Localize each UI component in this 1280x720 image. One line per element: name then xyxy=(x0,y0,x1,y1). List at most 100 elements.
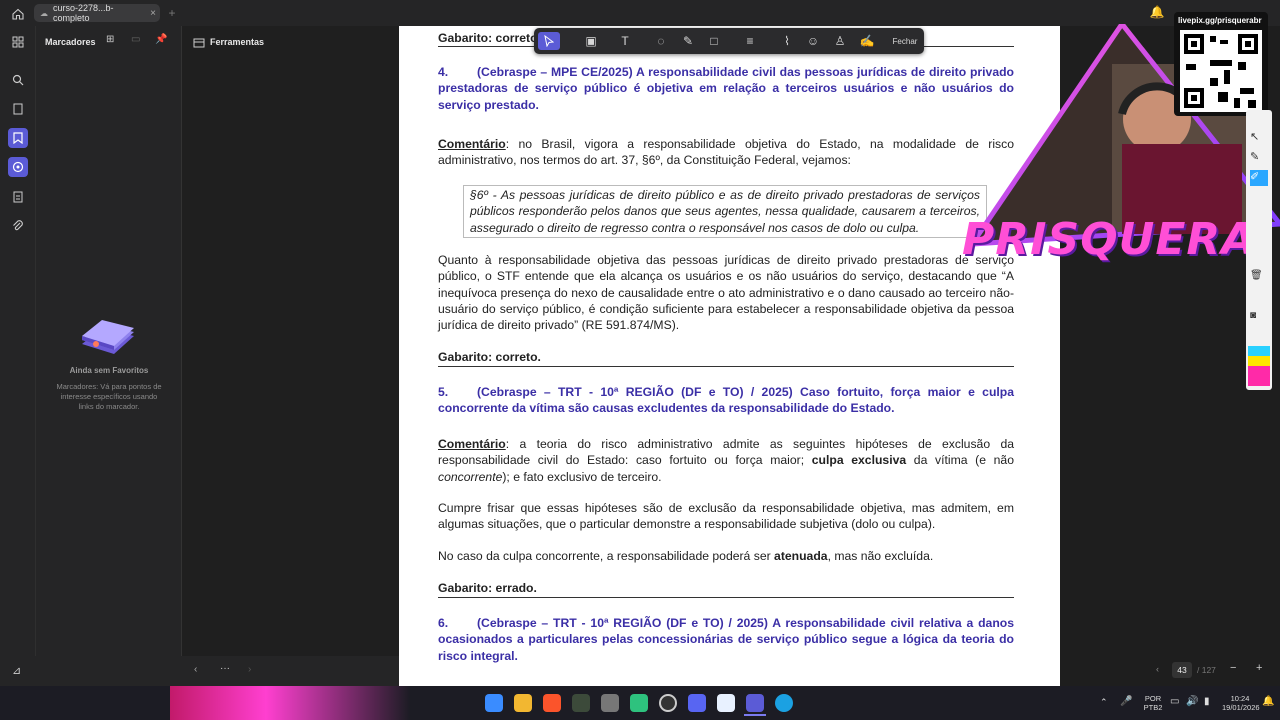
zoom-out-icon[interactable]: − xyxy=(1230,662,1236,674)
document-tab[interactable]: ☁ curso-2278...b-completo × xyxy=(34,3,160,23)
left-rail xyxy=(0,26,36,686)
comment-label: Comentário xyxy=(438,437,506,451)
pin-icon[interactable]: 📌 xyxy=(155,34,167,48)
chevron-up-icon[interactable]: ⌃ xyxy=(1100,698,1108,707)
brand-logo-text: PRISQUERA xyxy=(962,214,1257,265)
question-number: 6. xyxy=(438,616,449,630)
crop-icon[interactable]: ▣ xyxy=(582,32,600,50)
empty-title: Ainda sem Favoritos xyxy=(69,366,149,375)
question-6: 6. (Cebraspe – TRT - 10ª REGIÃO (DF e TO)… xyxy=(438,615,1014,664)
camera-icon[interactable]: ◙ xyxy=(1250,310,1268,326)
bell-icon[interactable]: 🔔 xyxy=(1150,5,1165,19)
comment-5: Comentário: a teoria do risco administra… xyxy=(438,436,1014,485)
document-page: Gabarito: correto 4. (Cebraspe – MPE CE/2… xyxy=(399,26,1060,686)
question-4: 4. (Cebraspe – MPE CE/2025) A responsabil… xyxy=(438,64,1014,113)
comment-bold: culpa exclusiva xyxy=(811,453,907,468)
comment-italic: concorrente xyxy=(438,469,503,484)
prev-icon[interactable]: ‹ xyxy=(194,664,197,675)
taskbar-decoration xyxy=(170,686,410,720)
next-icon[interactable]: › xyxy=(248,664,251,675)
brush-icon[interactable]: ✎ xyxy=(1250,150,1268,166)
vscode-icon[interactable] xyxy=(717,694,735,712)
question-number: 5. xyxy=(438,385,449,399)
new-tab-icon[interactable]: + xyxy=(166,6,178,20)
clip-icon[interactable] xyxy=(8,216,28,236)
text-icon[interactable]: T xyxy=(616,32,634,50)
notification-icon[interactable]: 🔔 xyxy=(1262,697,1274,707)
search-icon[interactable] xyxy=(8,70,28,90)
clip-icon[interactable]: ⌇ xyxy=(778,32,796,50)
active-app-indicator xyxy=(744,714,766,716)
lang-line1: POR xyxy=(1144,694,1162,703)
qr-code xyxy=(1180,30,1262,112)
page-icon[interactable] xyxy=(8,99,28,119)
pen-icon[interactable]: ✎ xyxy=(679,32,697,50)
question-5: 5. (Cebraspe – TRT - 10ª REGIÃO (DF e TO)… xyxy=(438,384,1014,417)
grid-icon[interactable] xyxy=(8,32,28,52)
discord-icon[interactable] xyxy=(688,694,706,712)
sidebar-footer xyxy=(0,656,399,686)
app2-icon[interactable] xyxy=(630,694,648,712)
tools-icon[interactable] xyxy=(193,36,205,48)
page-number-input[interactable]: 43 xyxy=(1172,662,1192,678)
law-quote: §6º - As pessoas jurídicas de direito pú… xyxy=(463,185,987,238)
bookmark-outline-icon[interactable]: ▭ xyxy=(131,34,143,48)
tab-title: curso-2278...b-completo xyxy=(53,3,114,23)
edge-icon[interactable] xyxy=(775,694,793,712)
paragraph-concurrent: No caso da culpa concorrente, a responsa… xyxy=(438,548,1014,564)
paragraph-stf: Quanto à responsabilidade objetiva das p… xyxy=(438,253,1014,333)
cursor-icon[interactable]: ↖ xyxy=(1250,130,1268,146)
shape-icon[interactable]: □ xyxy=(705,32,723,50)
app-icon[interactable] xyxy=(601,694,619,712)
books-illustration xyxy=(78,314,136,358)
lang-line2: PTB2 xyxy=(1143,703,1163,712)
cloud-icon: ☁ xyxy=(40,8,48,18)
terminal-icon[interactable] xyxy=(572,694,590,712)
empty-description: Marcadores: Vá para pontos de interesse … xyxy=(56,382,162,411)
stamp-icon[interactable]: ☺ xyxy=(804,32,822,50)
comment-4: Comentário: no Brasil, vigora a responsa… xyxy=(438,136,1014,169)
battery-icon[interactable]: ▮ xyxy=(1204,697,1210,707)
zoom-in-icon[interactable]: + xyxy=(1256,662,1262,674)
color-swatches[interactable] xyxy=(1248,346,1270,386)
pdf-app-icon[interactable] xyxy=(746,694,764,712)
brave-icon[interactable] xyxy=(543,694,561,712)
question-source: (Cebraspe – TRT - 10ª REGIÃO (DF e TO) /… xyxy=(477,385,793,399)
comment-text: da vítima (e não xyxy=(906,453,1014,468)
prev-page-icon[interactable]: ‹ xyxy=(1156,664,1166,676)
text-bold: atenuada xyxy=(774,549,828,563)
list-icon[interactable] xyxy=(8,187,28,207)
sidebar-toggle-icon[interactable]: ⊿ xyxy=(12,664,21,677)
highlighter-icon[interactable]: ✐ xyxy=(1250,170,1268,186)
comment-icon[interactable]: ◌ xyxy=(652,32,670,50)
language-indicator[interactable]: POR PTB2 xyxy=(1140,694,1166,712)
tools-title[interactable]: Ferramentas xyxy=(210,37,264,47)
clock-time: 10:24 xyxy=(1230,694,1250,703)
more-icon[interactable]: ··· xyxy=(220,663,230,674)
obs-icon[interactable] xyxy=(659,694,677,712)
text: No caso da culpa concorrente, a responsa… xyxy=(438,549,775,563)
trash-icon[interactable]: 🗑 xyxy=(1250,270,1268,286)
close-toolbar-button[interactable]: Fechar xyxy=(890,32,920,50)
title-bar xyxy=(0,0,1280,26)
comment-text: ); e fato exclusivo de terceiro. xyxy=(502,469,662,484)
tools-panel xyxy=(182,26,398,686)
explorer-icon[interactable] xyxy=(514,694,532,712)
person-icon[interactable]: ♙ xyxy=(831,32,849,50)
answer-5: Gabarito: errado. xyxy=(438,581,537,595)
home-icon[interactable] xyxy=(10,6,26,22)
sign-icon[interactable]: ✍ xyxy=(858,32,876,50)
ai-icon[interactable] xyxy=(8,157,28,177)
question-text: (Cebraspe – MPE CE/2025) A responsabilid… xyxy=(438,65,1014,112)
select-icon[interactable] xyxy=(538,32,560,50)
mic-icon[interactable]: 🎤 xyxy=(1120,697,1132,707)
start-icon[interactable] xyxy=(485,694,503,712)
volume-icon[interactable]: 🔊 xyxy=(1186,697,1198,707)
close-tab-icon[interactable]: × xyxy=(150,8,156,19)
line-icon[interactable]: ≡ xyxy=(741,32,759,50)
bookmark-icon[interactable] xyxy=(8,128,28,148)
display-icon[interactable]: ▭ xyxy=(1170,697,1179,707)
add-bookmark-icon[interactable]: ⊞ xyxy=(106,34,118,48)
clock[interactable]: 10:24 19/01/2026 xyxy=(1222,694,1260,712)
panel-title: Marcadores xyxy=(45,37,96,47)
